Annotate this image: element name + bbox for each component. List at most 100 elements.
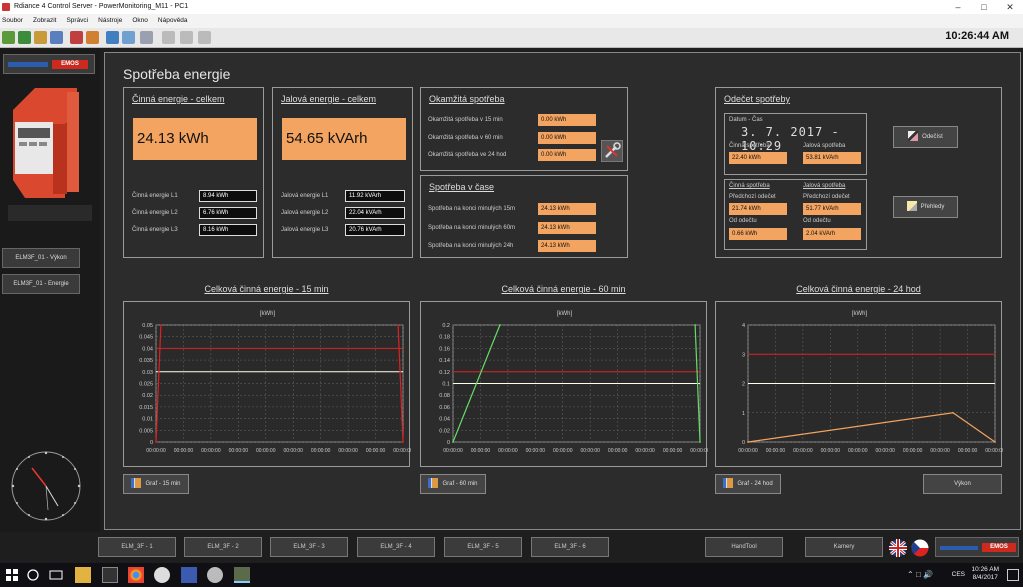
vcase-title: Spotřeba v čase <box>429 182 495 192</box>
menu-soubor[interactable]: Soubor <box>2 14 23 28</box>
chart-24-panel: [kWh] 4 3 2 1 0 00:00:00 00:00:00 00:00:00 00:00… <box>715 301 1003 467</box>
task-view-icon[interactable] <box>48 567 64 583</box>
vcase-60-label: Spotřeba na konci minulých 60m <box>428 225 516 231</box>
graf-24-button[interactable]: Graf - 24 hod <box>715 474 781 494</box>
window-title: Rdiance 4 Control Server - PowerMonitori… <box>14 3 189 10</box>
sidebar: EMOS ELM3F_01 - Výkon ELM3F_01 - Energie <box>0 48 100 532</box>
search-icon[interactable] <box>25 567 41 583</box>
language-indicator[interactable]: CES <box>952 571 965 578</box>
y-tick-label: 0.03 <box>142 370 153 376</box>
cinna-l2-value: 6.76 kWh <box>199 207 257 219</box>
y-tick-label: 0.02 <box>142 393 153 399</box>
bar-chart-icon <box>428 478 439 489</box>
menu-spravci[interactable]: Správci <box>66 14 88 28</box>
x-tick-label: 00:00:00 <box>283 448 303 454</box>
data-point <box>452 441 454 443</box>
close-button[interactable]: ✕ <box>997 0 1023 14</box>
rdiance-app-icon[interactable] <box>234 567 250 583</box>
data-point <box>994 441 996 443</box>
menu-napoveda[interactable]: Nápověda <box>158 14 188 28</box>
refresh-icon[interactable] <box>198 31 211 44</box>
wrench-icon[interactable] <box>601 140 623 162</box>
file-explorer-icon[interactable] <box>75 567 91 583</box>
app-icon <box>2 3 10 11</box>
vykon-button[interactable]: Výkon <box>923 474 1002 494</box>
system-clock[interactable]: 10:26 AM 8/4/2017 <box>972 566 999 582</box>
elm-4-button[interactable]: ELM_3F - 4 <box>357 537 435 557</box>
elm-6-button[interactable]: ELM_3F - 6 <box>531 537 609 557</box>
y-tick-label: 0.045 <box>139 335 153 341</box>
chrome-icon[interactable] <box>128 567 144 583</box>
odecist-button[interactable]: Odečíst <box>893 126 958 148</box>
users-icon[interactable] <box>34 31 47 44</box>
alarm-icon[interactable] <box>70 31 83 44</box>
save-app-icon[interactable] <box>181 567 197 583</box>
okamzita-24-value: 0.00 kWh <box>538 149 596 161</box>
y-tick-label: 4 <box>742 323 745 329</box>
cinna-l3-label: Činná energie L3 <box>132 227 178 233</box>
y-tick-label: 1 <box>742 411 745 417</box>
okamzita-15-value: 0.00 kWh <box>538 114 596 126</box>
jalova-total: 54.65 kVArh <box>282 118 406 160</box>
jalova-l3-label: Jalová energie L3 <box>281 227 329 233</box>
report-icon[interactable] <box>122 31 135 44</box>
odecist-label: Odečíst <box>922 134 943 140</box>
open-icon[interactable] <box>2 31 15 44</box>
handtool-button[interactable]: HandTool <box>705 537 783 557</box>
data-point <box>694 324 696 326</box>
graf-24-label: Graf - 24 hod <box>737 481 773 487</box>
menu-zobrazit[interactable]: Zobrazit <box>33 14 56 28</box>
okamzita-24-label: Okamžitá spotřeba ve 24 hod <box>428 152 507 158</box>
menu-nastroje[interactable]: Nástroje <box>98 14 122 28</box>
print-icon[interactable] <box>140 31 153 44</box>
sidebar-button-energie[interactable]: ELM3F_01 - Energie <box>2 274 80 294</box>
tool-icon[interactable] <box>162 31 175 44</box>
graf-60-button[interactable]: Graf - 60 min <box>420 474 486 494</box>
energy-meter-image <box>5 80 95 225</box>
data-point <box>160 324 162 326</box>
settings-app-icon[interactable] <box>207 567 223 583</box>
x-tick-label: 00:00:00 <box>338 448 358 454</box>
since-cinna-label: Od odečtu <box>729 218 757 224</box>
jalova-title: Jalová energie - celkem <box>281 94 377 104</box>
user-icon[interactable] <box>50 31 63 44</box>
minimize-button[interactable]: – <box>945 0 971 14</box>
uk-flag-icon[interactable] <box>889 539 907 557</box>
notifications-icon[interactable] <box>1007 569 1019 581</box>
prev-jalova-value: 51.77 kVArh <box>803 203 861 215</box>
system-time: 10:26 AM <box>971 566 999 573</box>
elm-5-button[interactable]: ELM_3F - 5 <box>444 537 522 557</box>
x-tick-label: 00:00:00 <box>608 448 628 454</box>
x-tick-label: 00:00:00 <box>580 448 600 454</box>
y-tick-label: 0.04 <box>142 346 153 352</box>
elm-1-button[interactable]: ELM_3F - 1 <box>98 537 176 557</box>
x-tick-label: 00:00:00 <box>393 448 411 454</box>
save-icon[interactable] <box>18 31 31 44</box>
cz-flag-icon[interactable] <box>911 539 929 557</box>
cinna-l2-label: Činná energie L2 <box>132 210 178 216</box>
elm-3-button[interactable]: ELM_3F - 3 <box>270 537 348 557</box>
data-point <box>747 441 749 443</box>
settings-icon[interactable] <box>180 31 193 44</box>
tool-app-icon[interactable] <box>154 567 170 583</box>
tray-icons[interactable]: ⌃ □ 🔊 <box>907 570 933 579</box>
menu-okno[interactable]: Okno <box>132 14 148 28</box>
elm-2-button[interactable]: ELM_3F - 2 <box>184 537 262 557</box>
y-tick-label: 0.06 <box>439 405 450 411</box>
graf-15-button[interactable]: Graf - 15 min <box>123 474 189 494</box>
sidebar-button-vykon[interactable]: ELM3F_01 - Výkon <box>2 248 80 268</box>
prehledy-button[interactable]: Přehledy <box>893 196 958 218</box>
windows-start-icon[interactable] <box>4 567 20 583</box>
data-point <box>499 324 501 326</box>
chart-icon[interactable] <box>106 31 119 44</box>
app-icon-2[interactable] <box>102 567 118 583</box>
chart-60-title: Celková činná energie - 60 min <box>501 284 626 294</box>
odecet-cinna-label2: Činná spotřeba <box>729 183 770 189</box>
y-tick-label: 2 <box>742 382 745 388</box>
alert-icon[interactable] <box>86 31 99 44</box>
okamzita-title: Okamžitá spotřeba <box>429 94 505 104</box>
x-tick-label: 00:00:00 <box>229 448 249 454</box>
kamery-button[interactable]: Kamery <box>805 537 883 557</box>
brand-label: EMOS <box>52 60 88 69</box>
maximize-button[interactable]: □ <box>971 0 997 14</box>
